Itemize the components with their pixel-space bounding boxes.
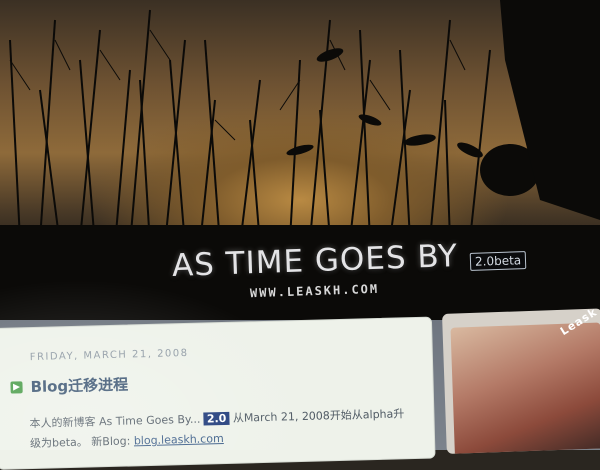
post-body-line2: 级为beta。 — [29, 435, 89, 451]
post-title[interactable]: Blog迁移进程 — [30, 374, 128, 398]
post-title-row: ▶ Blog迁移进程 — [10, 374, 128, 398]
header-banner: AS TIME GOES BY 2.0beta WWW.LEASKH.COM — [0, 0, 600, 340]
avatar-image[interactable] — [450, 322, 600, 454]
sidebar-avatar-card: Leask — [442, 308, 600, 454]
version-badge: 2.0beta — [469, 251, 527, 271]
version-tag: 2.0 — [203, 411, 230, 426]
post-date: FRIDAY, MARCH 21, 2008 — [29, 347, 189, 364]
arrow-right-icon: ▶ — [10, 380, 23, 394]
link-prefix: 新Blog: — [91, 434, 131, 449]
post-body-text: 本人的新博客 As Time Goes By... — [29, 412, 201, 431]
blog-link[interactable]: blog.leaskh.com — [134, 432, 224, 447]
post-body-text-2: 从March 21, 2008开始从alpha升 — [232, 407, 405, 425]
main-post-panel: FRIDAY, MARCH 21, 2008 ▶ Blog迁移进程 本人的新博客… — [0, 316, 436, 470]
post-body: 本人的新博客 As Time Goes By... 2.0 从March 21,… — [29, 404, 430, 454]
